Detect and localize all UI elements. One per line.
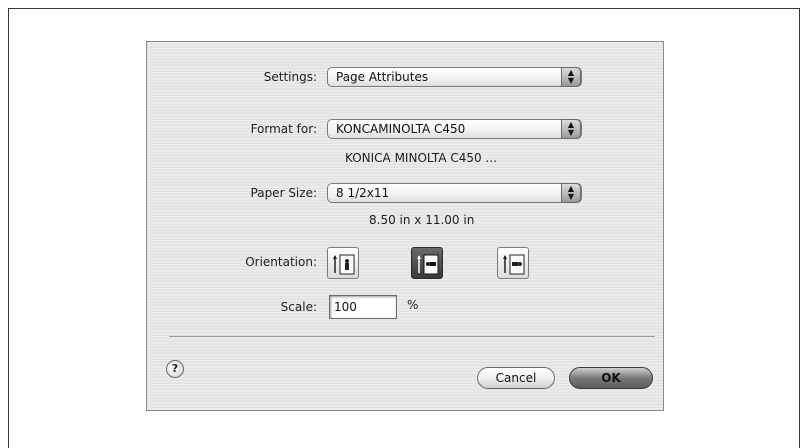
dialog-divider: [169, 336, 655, 338]
settings-popup[interactable]: Page Attributes ▲ ▼: [327, 67, 582, 87]
paper-size-label: Paper Size:: [250, 186, 317, 200]
landscape-orientation-icon: [417, 254, 439, 275]
paper-size-popup[interactable]: 8 1/2x11 ▲ ▼: [327, 183, 582, 203]
orientation-portrait-button[interactable]: [327, 247, 359, 279]
orientation-label: Orientation:: [245, 255, 317, 269]
scale-unit: %: [407, 298, 419, 312]
scale-input[interactable]: [329, 295, 397, 319]
popup-arrows-icon: ▲ ▼: [561, 183, 581, 203]
format-for-popup[interactable]: KONCAMINOLTA C450 ▲ ▼: [327, 119, 582, 139]
cancel-button[interactable]: Cancel: [477, 367, 555, 389]
page-setup-dialog: Settings: Page Attributes ▲ ▼ Format for:…: [146, 41, 664, 411]
ok-button[interactable]: OK: [569, 367, 653, 389]
popup-arrows-icon: ▲ ▼: [561, 67, 581, 87]
landscape-reversed-orientation-icon: [503, 254, 525, 275]
portrait-orientation-icon: [333, 254, 355, 275]
orientation-landscape-reversed-button[interactable]: [497, 247, 529, 279]
printer-description: KONICA MINOLTA C450 ...: [345, 151, 497, 165]
settings-value: Page Attributes: [336, 70, 429, 84]
format-for-value: KONCAMINOLTA C450: [336, 122, 466, 136]
popup-arrows-icon: ▲ ▼: [561, 119, 581, 139]
orientation-landscape-button[interactable]: [411, 247, 443, 279]
help-button[interactable]: ?: [166, 360, 184, 378]
scale-label: Scale:: [280, 300, 317, 314]
format-for-label: Format for:: [250, 122, 317, 136]
paper-size-value: 8 1/2x11: [336, 186, 390, 200]
settings-label: Settings:: [263, 70, 317, 84]
paper-dimensions: 8.50 in x 11.00 in: [369, 213, 475, 227]
